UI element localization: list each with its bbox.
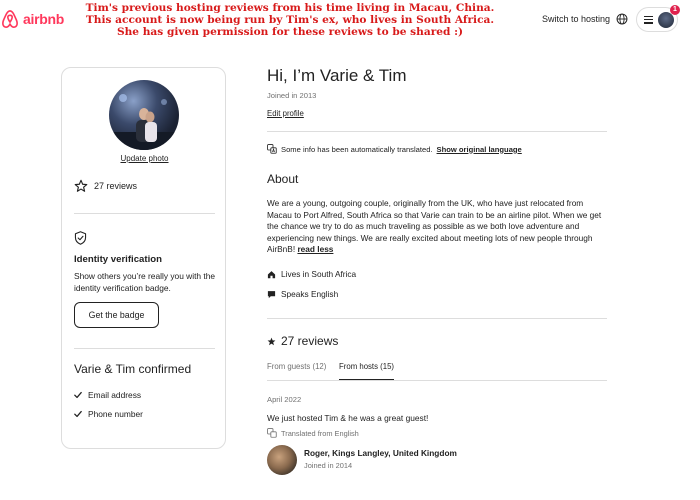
about-heading: About: [267, 172, 299, 186]
lives-in: Lives in South Africa: [281, 269, 357, 279]
tab-from-hosts[interactable]: From hosts (15): [339, 362, 395, 381]
review-date: April 2022: [267, 395, 302, 404]
divider: [267, 318, 607, 319]
check-icon: [74, 410, 82, 418]
get-the-badge-button[interactable]: Get the badge: [74, 302, 159, 328]
profile-photo: [109, 80, 179, 150]
translated-note: Translated from English: [267, 428, 359, 438]
reviews-heading-label: 27 reviews: [281, 334, 339, 348]
lives-in-row: Lives in South Africa: [267, 269, 356, 279]
about-text: We are a young, outgoing couple, origina…: [267, 198, 609, 256]
translated-label: Translated from English: [281, 428, 359, 438]
notification-badge: 1: [670, 5, 680, 15]
edit-profile-link[interactable]: Edit profile: [267, 109, 304, 118]
divider: [74, 348, 215, 349]
translation-notice: Some info has been automatically transla…: [267, 144, 522, 154]
star-icon: [267, 337, 276, 345]
update-photo-link[interactable]: Update photo: [62, 154, 227, 163]
tab-from-guests[interactable]: From guests (12): [267, 362, 326, 379]
review-text: We just hosted Tim & he was a great gues…: [267, 413, 429, 423]
show-original-language-link[interactable]: Show original language: [437, 145, 522, 154]
star-outline-icon: [74, 179, 88, 192]
reviews-count-row: 27 reviews: [74, 179, 137, 193]
shield-icon: [74, 231, 87, 245]
speaks-row: Speaks English: [267, 289, 338, 299]
divider: [267, 131, 607, 132]
reviewer-avatar[interactable]: [267, 445, 297, 475]
confirmed-item-label: Phone number: [88, 409, 143, 419]
reviews-heading: 27 reviews: [267, 334, 338, 348]
page-title: Hi, I’m Varie & Tim: [267, 66, 407, 85]
airbnb-logo[interactable]: airbnb: [0, 9, 64, 29]
read-less-link[interactable]: read less: [297, 244, 333, 254]
brand-name: airbnb: [23, 11, 64, 27]
joined-date: Joined in 2013: [267, 91, 317, 100]
confirmed-item: Phone number: [74, 409, 143, 419]
confirmed-item-label: Email address: [88, 390, 142, 400]
translation-note: Some info has been automatically transla…: [281, 144, 433, 154]
globe-icon[interactable]: [616, 13, 628, 25]
translate-icon: [267, 428, 277, 438]
speaks: Speaks English: [281, 289, 339, 299]
translate-icon: [267, 144, 277, 154]
tabs-underline: [267, 380, 607, 381]
profile-card: Update photo 27 reviews Identity verific…: [61, 67, 226, 449]
airbnb-logo-icon: [2, 10, 18, 28]
identity-verification-text: Show others you’re really you with the i…: [74, 271, 216, 293]
reviewer-joined: Joined in 2014: [304, 461, 353, 470]
reviewer-name: Roger, Kings Langley, United Kingdom: [304, 448, 457, 458]
profile-main: Hi, I’m Varie & Tim Joined in 2013 Edit …: [267, 0, 612, 500]
hamburger-icon: [644, 15, 653, 24]
profile-photo-image: [109, 94, 179, 150]
reviews-count: 27 reviews: [94, 181, 138, 191]
check-icon: [74, 391, 82, 399]
home-icon: [267, 270, 276, 278]
identity-verification-title: Identity verification: [74, 254, 162, 265]
divider: [74, 213, 215, 214]
chat-bubble-icon: [267, 290, 276, 298]
confirmed-title: Varie & Tim confirmed: [74, 362, 192, 376]
confirmed-item: Email address: [74, 390, 141, 400]
